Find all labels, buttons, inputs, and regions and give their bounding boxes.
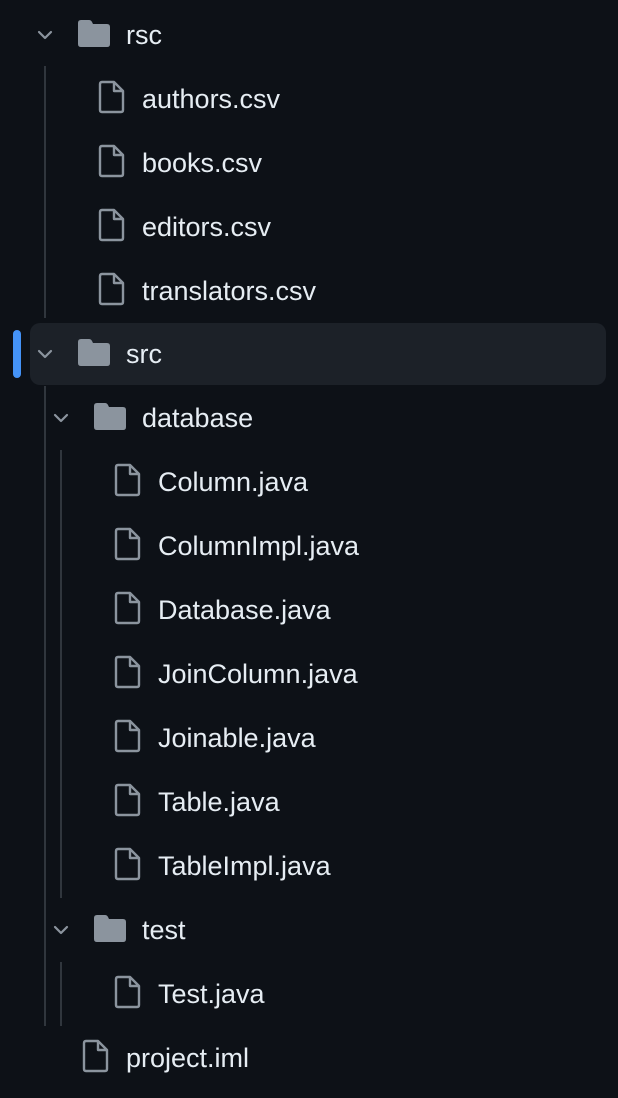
tree-item-label: Test.java <box>158 979 265 1009</box>
tree-item-label: Database.java <box>158 595 331 625</box>
tree-item-label: Column.java <box>158 467 309 497</box>
tree-file-joinable-java[interactable]: Joinable.java <box>0 706 618 770</box>
tree-folder-database[interactable]: database <box>0 386 618 450</box>
tree-file-tableimpl-java[interactable]: TableImpl.java <box>0 834 618 898</box>
file-icon <box>114 655 141 689</box>
tree-file-books-csv[interactable]: books.csv <box>0 131 618 195</box>
tree-item-label: Table.java <box>158 787 280 817</box>
tree-item-label: JoinColumn.java <box>158 659 358 689</box>
file-icon <box>82 1039 109 1073</box>
file-icon <box>98 208 125 242</box>
file-icon <box>114 783 141 817</box>
tree-item-label: editors.csv <box>142 212 272 242</box>
selection-indicator <box>13 330 21 378</box>
tree-file-column-java[interactable]: Column.java <box>0 450 618 514</box>
tree-file-editors-csv[interactable]: editors.csv <box>0 195 618 259</box>
chevron-down-icon[interactable] <box>35 344 55 364</box>
tree-item-label: database <box>142 403 254 433</box>
tree-file-joincolumn-java[interactable]: JoinColumn.java <box>0 642 618 706</box>
file-icon <box>114 591 141 625</box>
chevron-down-icon[interactable] <box>35 25 55 45</box>
tree-folder-src[interactable]: src <box>0 322 618 386</box>
tree-item-label: authors.csv <box>142 84 281 114</box>
tree-file-authors-csv[interactable]: authors.csv <box>0 67 618 131</box>
chevron-down-icon[interactable] <box>51 920 71 940</box>
folder-icon <box>78 20 110 47</box>
tree-item-label: TableImpl.java <box>158 851 331 881</box>
tree-item-label: Joinable.java <box>158 723 316 753</box>
folder-icon <box>94 915 126 942</box>
tree-folder-test[interactable]: test <box>0 898 618 962</box>
tree-item-label: books.csv <box>142 148 263 178</box>
file-icon <box>114 847 141 881</box>
file-icon <box>114 527 141 561</box>
tree-item-label: project.iml <box>126 1043 250 1073</box>
tree-file-translators-csv[interactable]: translators.csv <box>0 259 618 323</box>
tree-file-table-java[interactable]: Table.java <box>0 770 618 834</box>
tree-file-project-iml[interactable]: project.iml <box>0 1026 618 1090</box>
tree-file-columnimpl-java[interactable]: ColumnImpl.java <box>0 514 618 578</box>
tree-folder-rsc[interactable]: rsc <box>0 3 618 67</box>
tree-item-label: ColumnImpl.java <box>158 531 360 561</box>
tree-item-label: rsc <box>126 20 162 50</box>
file-icon <box>98 272 125 306</box>
tree-item-label: translators.csv <box>142 276 317 306</box>
folder-icon <box>94 403 126 430</box>
file-icon <box>114 719 141 753</box>
file-icon <box>114 463 141 497</box>
folder-icon <box>78 339 110 366</box>
chevron-down-icon[interactable] <box>51 408 71 428</box>
file-icon <box>98 80 125 114</box>
tree-file-database-java[interactable]: Database.java <box>0 578 618 642</box>
tree-item-label: test <box>142 915 186 945</box>
file-icon <box>114 975 141 1009</box>
tree-file-test-java[interactable]: Test.java <box>0 962 618 1026</box>
tree-item-label: src <box>126 339 162 369</box>
file-explorer-tree: rsc authors.csv books.csv editors.csv tr… <box>0 0 618 1098</box>
file-icon <box>98 144 125 178</box>
